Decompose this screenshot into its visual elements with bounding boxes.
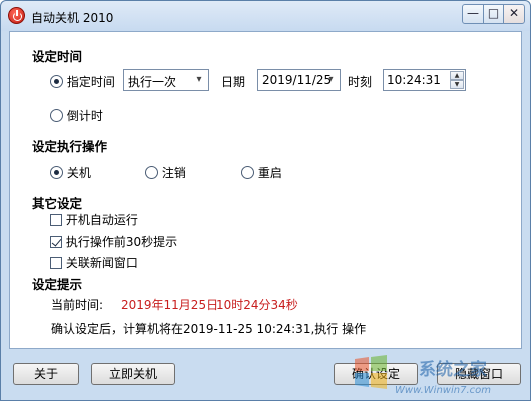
about-button[interactable]: 关于 [13,363,79,385]
schedule-section-title: 设定时间 [32,49,83,64]
confirm-info-text: 确认设定后，计算机将在2019-11-25 10:24:31,执行 操作 [51,322,367,336]
date-label: 日期 [221,75,246,89]
frequency-select[interactable]: 执行一次 ▾ [123,69,209,91]
client-area: 设定时间 指定时间 执行一次 ▾ 日期 2019/11/25 ▾ 时刻 10:2… [9,31,522,349]
news-window-checkbox[interactable]: 关联新闻窗口 [50,254,138,271]
action-restart-radio[interactable]: 重启 [241,164,282,181]
maximize-button[interactable]: □ [483,4,504,24]
action-logoff-radio[interactable]: 注销 [145,164,186,181]
power-icon [8,7,25,24]
frequency-value: 执行一次 [128,75,177,89]
autostart-checkbox[interactable]: 开机自动运行 [50,211,138,228]
action-shutdown-label: 关机 [66,166,91,180]
checkbox-indicator [50,214,62,226]
autostart-label: 开机自动运行 [65,213,138,227]
title-bar[interactable]: 自动关机 2010 — □ ✕ [1,1,530,31]
window-title: 自动关机 2010 [31,11,114,25]
radio-indicator [50,109,63,122]
minimize-button[interactable]: — [462,4,484,24]
radio-indicator [50,166,63,179]
current-date-value: 2019年11月25日 [121,298,219,312]
prompt-30s-checkbox[interactable]: 执行操作前30秒提示 [50,233,177,250]
tips-section-title: 设定提示 [32,277,83,292]
time-spinner[interactable]: 10:24:31 ▲ ▼ [383,69,466,91]
caret-down-icon[interactable]: ▼ [450,80,464,89]
watermark-cn: 系统之家 [419,360,487,380]
app-window: 自动关机 2010 — □ ✕ 设定时间 指定时间 执行一次 ▾ 日期 2019… [0,0,531,401]
specified-time-label: 指定时间 [66,75,115,89]
radio-indicator [145,166,158,179]
date-value: 2019/11/25 [262,73,332,87]
current-time-value: 10时24分34秒 [216,298,298,312]
current-time-label: 当前时间: [51,298,104,312]
countdown-label: 倒计时 [66,109,103,123]
watermark: 系统之家 Www.Winwin7.com [347,351,531,402]
action-logoff-label: 注销 [161,166,186,180]
radio-indicator [50,75,63,88]
close-button[interactable]: ✕ [503,4,525,24]
action-section-title: 设定执行操作 [32,139,108,154]
time-label: 时刻 [348,75,373,89]
specified-time-radio[interactable]: 指定时间 [50,73,115,90]
chevron-down-icon: ▾ [196,74,202,85]
checkbox-indicator [50,257,62,269]
time-value: 10:24:31 [387,73,441,87]
radio-indicator [241,166,254,179]
prompt-30s-label: 执行操作前30秒提示 [65,235,178,249]
countdown-radio[interactable]: 倒计时 [50,107,103,124]
watermark-en: Www.Winwin7.com [395,385,491,396]
news-window-label: 关联新闻窗口 [65,256,138,270]
shutdown-now-button[interactable]: 立即关机 [91,363,175,385]
checkbox-indicator [50,236,62,248]
action-shutdown-radio[interactable]: 关机 [50,164,91,181]
chevron-down-icon: ▾ [328,74,334,85]
other-section-title: 其它设定 [32,196,83,211]
date-picker[interactable]: 2019/11/25 ▾ [257,69,341,91]
spinner-buttons: ▲ ▼ [450,71,464,89]
caret-up-icon[interactable]: ▲ [450,71,464,80]
action-restart-label: 重启 [257,166,282,180]
